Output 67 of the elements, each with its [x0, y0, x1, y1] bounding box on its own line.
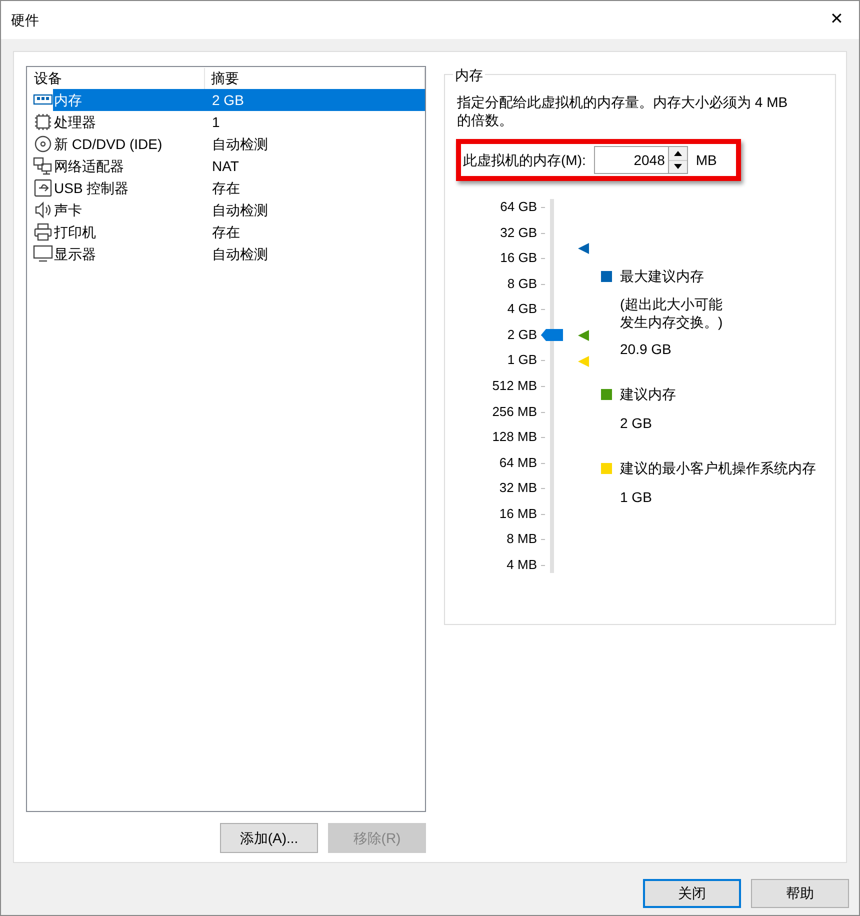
- legend-label: 建议内存: [620, 385, 676, 404]
- scale-label: 8 GB: [507, 276, 537, 292]
- device-row[interactable]: 声卡 自动检测: [27, 199, 425, 221]
- scale-label: 4 GB: [507, 301, 537, 318]
- device-summary: 存在: [211, 178, 241, 198]
- device-summary: 1: [211, 112, 221, 132]
- field-label: 此虚拟机的内存(M):: [463, 150, 586, 170]
- slider-thumb[interactable]: [541, 328, 563, 341]
- memory-field[interactable]: 2048: [594, 146, 669, 174]
- legend-label: 建议的最小客户机操作系统内存: [620, 459, 816, 478]
- marker-icon: [578, 243, 589, 254]
- device-summary: 自动检测: [211, 244, 269, 264]
- legend-note: (超出此大小可能发生内存交换。): [620, 295, 724, 331]
- scale-label: 64 GB: [500, 199, 537, 215]
- device-row[interactable]: 显示器 自动检测: [27, 243, 425, 265]
- scale-label: 8 MB: [506, 531, 537, 548]
- scale-label: 32 GB: [500, 224, 537, 241]
- device-name: 内存: [53, 89, 211, 111]
- device-name: 新 CD/DVD (IDE): [53, 134, 164, 154]
- usb-icon: [33, 179, 53, 197]
- scale-label: 512 MB: [492, 378, 537, 394]
- chip-icon: [33, 113, 53, 131]
- printer-icon: [33, 223, 53, 241]
- scale-label: 16 GB: [500, 250, 537, 266]
- legend-value: 20.9 GB: [620, 340, 672, 359]
- marker-icon: [578, 330, 589, 341]
- scale-label: 16 MB: [499, 506, 537, 522]
- spin-up-icon[interactable]: [668, 147, 687, 160]
- device-summary: 存在: [211, 222, 241, 242]
- disc-icon: [33, 135, 53, 153]
- network-icon: [33, 157, 53, 175]
- device-name: 网络适配器: [53, 156, 125, 176]
- device-name: 处理器: [53, 112, 97, 132]
- device-name: 打印机: [53, 222, 97, 242]
- legend-label: 最大建议内存: [620, 267, 704, 286]
- scale-label: 1 GB: [507, 352, 537, 368]
- unit-label: MB: [696, 150, 717, 170]
- device-name: 显示器: [53, 244, 97, 264]
- legend-value: 2 GB: [620, 414, 653, 433]
- marker-icon: [578, 356, 589, 367]
- device-row[interactable]: 新 CD/DVD (IDE) 自动检测: [27, 133, 425, 155]
- dialog-button[interactable]: 帮助: [751, 879, 849, 908]
- scale-label: 2 GB: [507, 326, 537, 343]
- scale-label: 128 MB: [492, 429, 537, 446]
- monitor-icon: [33, 245, 53, 263]
- device-row[interactable]: 网络适配器 NAT: [27, 155, 425, 177]
- scale-label: 256 MB: [492, 404, 537, 420]
- device-row[interactable]: 打印机 存在: [27, 221, 425, 243]
- device-name: 声卡: [53, 200, 83, 220]
- legend-value: 1 GB: [620, 488, 653, 507]
- device-summary: 自动检测: [211, 134, 269, 154]
- device-row[interactable]: 内存 2 GB: [27, 89, 425, 111]
- device-summary: NAT: [211, 156, 240, 176]
- scale-label: 64 MB: [499, 454, 537, 471]
- device-row[interactable]: 处理器 1: [27, 111, 425, 133]
- list-action-button[interactable]: 添加(A)...: [220, 823, 318, 853]
- scale-label: 4 MB: [506, 557, 537, 573]
- speaker-icon: [33, 201, 53, 219]
- close-button[interactable]: ✕: [826, 8, 847, 32]
- device-summary: 自动检测: [211, 200, 269, 220]
- device-row[interactable]: USB 控制器 存在: [27, 177, 425, 199]
- device-summary: 2 GB: [211, 89, 425, 111]
- memory-description: 指定分配给此虚拟机的内存量。内存大小必须为 4 MB 的倍数。: [457, 93, 789, 129]
- window-title: 硬件: [11, 10, 39, 30]
- device-name: USB 控制器: [53, 178, 130, 198]
- dialog-button[interactable]: 关闭: [643, 879, 741, 908]
- scale-label: 32 MB: [499, 480, 537, 496]
